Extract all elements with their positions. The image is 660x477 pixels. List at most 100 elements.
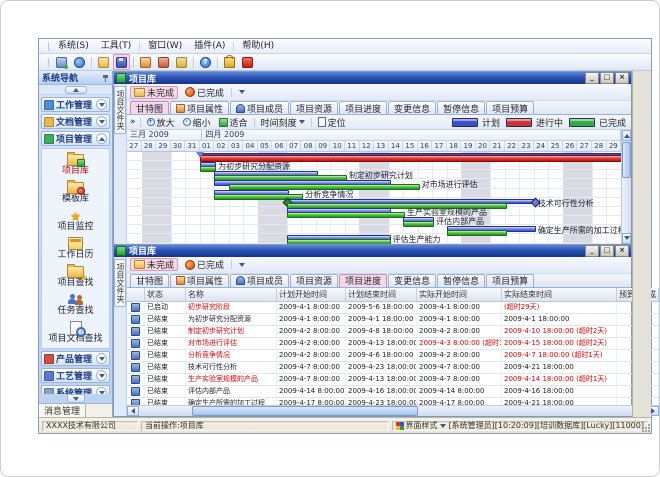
resize-grip[interactable] (642, 424, 650, 432)
tab-暂停信息[interactable]: 暂停信息 (437, 101, 485, 114)
sidebar-group-4[interactable]: 产品管理 (41, 351, 110, 366)
report-button[interactable] (137, 54, 154, 70)
menu-item[interactable]: 工具(T) (95, 40, 138, 53)
tab-暂停信息[interactable]: 暂停信息 (437, 274, 485, 287)
tab-项目资源[interactable]: 项目资源 (290, 101, 338, 114)
tab-甘特图[interactable]: 甘特图 (130, 274, 169, 287)
time-scale-dropdown[interactable]: 时间刻度 (259, 116, 307, 129)
sidebar-group-2[interactable]: 文档管理 (41, 114, 110, 129)
filter-未完成[interactable]: 未完成 (130, 258, 178, 271)
gantt-bar-in-progress[interactable] (200, 155, 621, 162)
exit-button[interactable] (239, 54, 256, 70)
table-row[interactable]: 已结束生产实验室规模的产品2009-4-7 8:00:002009-4-13 1… (127, 374, 659, 386)
tab-项目预算[interactable]: 项目预算 (486, 101, 534, 114)
sidebar-group-3[interactable]: 项目管理 (41, 131, 110, 146)
tab-变更信息[interactable]: 变更信息 (388, 101, 436, 114)
sidebar-group-6[interactable]: 系统管理 (41, 385, 110, 394)
group-expand-button[interactable] (96, 133, 107, 144)
tab-项目进度[interactable]: 项目进度 (339, 274, 387, 287)
close-button[interactable]: × (615, 72, 629, 84)
table-row[interactable]: 已结束对市场进行评估2009-4-2 8:00:002009-4-13 18:0… (127, 338, 659, 350)
filter-未完成[interactable]: 未完成 (130, 86, 178, 99)
column-header-计划结束时间[interactable]: 计划结束时间 (346, 288, 417, 301)
tab-项目资源[interactable]: 项目资源 (290, 274, 338, 287)
new-window-button[interactable] (53, 54, 70, 70)
sidebar-item-模板库[interactable]: 模板库 (42, 180, 109, 205)
column-header-实际开始时间[interactable]: 实际开始时间 (417, 288, 502, 301)
toolbar-grip[interactable] (44, 58, 49, 67)
table-row[interactable]: 已结束制定初步研究计划2009-4-2 8:00:002009-4-8 18:0… (127, 326, 659, 338)
interface-style-dropdown[interactable]: 界面样式 (406, 421, 438, 431)
column-header-名称[interactable]: 名称 (186, 288, 277, 301)
scroll-thumb[interactable] (192, 406, 417, 416)
scroll-up-button[interactable] (622, 130, 631, 141)
tab-项目成员[interactable]: 项目成员 (230, 274, 289, 287)
gantt-bar-actual[interactable] (403, 221, 434, 227)
filter-more-button[interactable] (235, 258, 249, 271)
column-header-状态[interactable]: 状态 (145, 288, 186, 301)
sidebar-group-1[interactable]: 工作管理 (41, 97, 110, 112)
scroll-left-button[interactable] (127, 406, 139, 416)
group-expand-button[interactable] (96, 387, 107, 394)
gantt-vertical-scrollbar[interactable] (621, 130, 631, 244)
plan-report-button[interactable] (173, 54, 190, 70)
close-button[interactable]: × (615, 245, 629, 257)
save-button[interactable] (113, 54, 130, 70)
tab-项目属性[interactable]: 项目属性 (170, 101, 229, 114)
zoom-in-button[interactable]: +放大 (145, 116, 177, 129)
gantt-bar-actual[interactable] (447, 230, 507, 236)
message-button[interactable] (155, 54, 172, 70)
tab-甘特图[interactable]: 甘特图 (130, 101, 169, 114)
column-header-计划开始时间[interactable]: 计划开始时间 (277, 288, 346, 301)
filter-已完成[interactable]: 已完成 (181, 258, 228, 271)
gantt-bar-actual[interactable] (287, 239, 391, 243)
filter-已完成[interactable]: 已完成 (181, 86, 228, 99)
table-row[interactable]: 已结束技术可行性分析2009-4-7 8:00:002009-4-23 18:0… (127, 362, 659, 374)
menu-item[interactable]: 窗口(W) (142, 40, 188, 53)
tab-项目预算[interactable]: 项目预算 (486, 274, 534, 287)
table-row[interactable]: 已结束确定生产所需的加工过程2009-4-17 8:00:002009-4-23… (127, 398, 659, 406)
fit-button[interactable]: 适合 (217, 116, 250, 129)
sidebar-item-任务查找[interactable]: 任务查找 (42, 292, 109, 317)
menu-item[interactable]: 系统(S) (52, 40, 95, 53)
scroll-track[interactable] (418, 406, 647, 416)
toolbar-overflow-button[interactable]: » (130, 117, 136, 127)
table-horizontal-scrollbar[interactable] (127, 405, 659, 416)
minimize-button[interactable]: _ (585, 245, 599, 257)
menu-item[interactable]: 插件(A) (188, 40, 231, 53)
tab-项目属性[interactable]: 项目属性 (170, 274, 229, 287)
scroll-thumb[interactable] (622, 142, 631, 178)
locate-button[interactable]: 定位 (316, 116, 348, 129)
filter-more-button[interactable] (235, 86, 249, 99)
table-row[interactable]: 已结束分析竞争情况2009-4-2 8:00:002009-4-6 18:00:… (127, 350, 659, 362)
table-row[interactable]: 已结束评估内部产品2009-4-14 8:00:002009-4-16 18:0… (127, 386, 659, 398)
sidebar-item-项目文档查找[interactable]: 项目文档查找 (42, 320, 109, 345)
group-expand-button[interactable] (96, 370, 107, 381)
browser-button[interactable] (71, 54, 88, 70)
help-button[interactable]: ? (197, 54, 214, 70)
table-row[interactable]: 已结束为初步研究分配资源2009-4-1 8:00:002009-4-1 18:… (127, 314, 659, 326)
sidebar-item-项目监控[interactable]: ★项目监控 (42, 208, 109, 233)
tab-message-management[interactable]: 消息管理 (39, 404, 86, 417)
tab-project-folder[interactable]: 项目文件夹 (114, 86, 126, 134)
group-expand-button[interactable] (96, 116, 107, 127)
sidebar-item-项目查找[interactable]: 项目查找 (42, 264, 109, 289)
scroll-down-button[interactable] (622, 233, 631, 244)
restore-button[interactable]: □ (600, 245, 614, 257)
tab-project-folder[interactable]: 项目文件夹 (114, 259, 126, 307)
menu-grip[interactable] (44, 42, 49, 51)
menu-item[interactable]: 帮助(H) (236, 40, 280, 53)
sidebar-group-5[interactable]: 工艺管理 (41, 368, 110, 383)
pin-icon[interactable] (102, 74, 109, 82)
gantt-bar-actual[interactable] (287, 212, 405, 218)
sidebar-item-工作日历[interactable]: 工作日历 (42, 236, 109, 261)
tab-项目成员[interactable]: 项目成员 (230, 101, 289, 114)
tab-项目进度[interactable]: 项目进度 (339, 101, 387, 114)
restore-button[interactable]: □ (600, 72, 614, 84)
open-folder-button[interactable] (95, 54, 112, 70)
scroll-track[interactable] (622, 179, 631, 233)
lock-button[interactable] (221, 54, 238, 70)
table-row[interactable]: 已启动初步研究阶段2009-4-1 8:00:002009-5-6 18:00:… (127, 302, 659, 314)
zoom-out-button[interactable]: -缩小 (181, 116, 213, 129)
group-expand-button[interactable] (96, 99, 107, 110)
